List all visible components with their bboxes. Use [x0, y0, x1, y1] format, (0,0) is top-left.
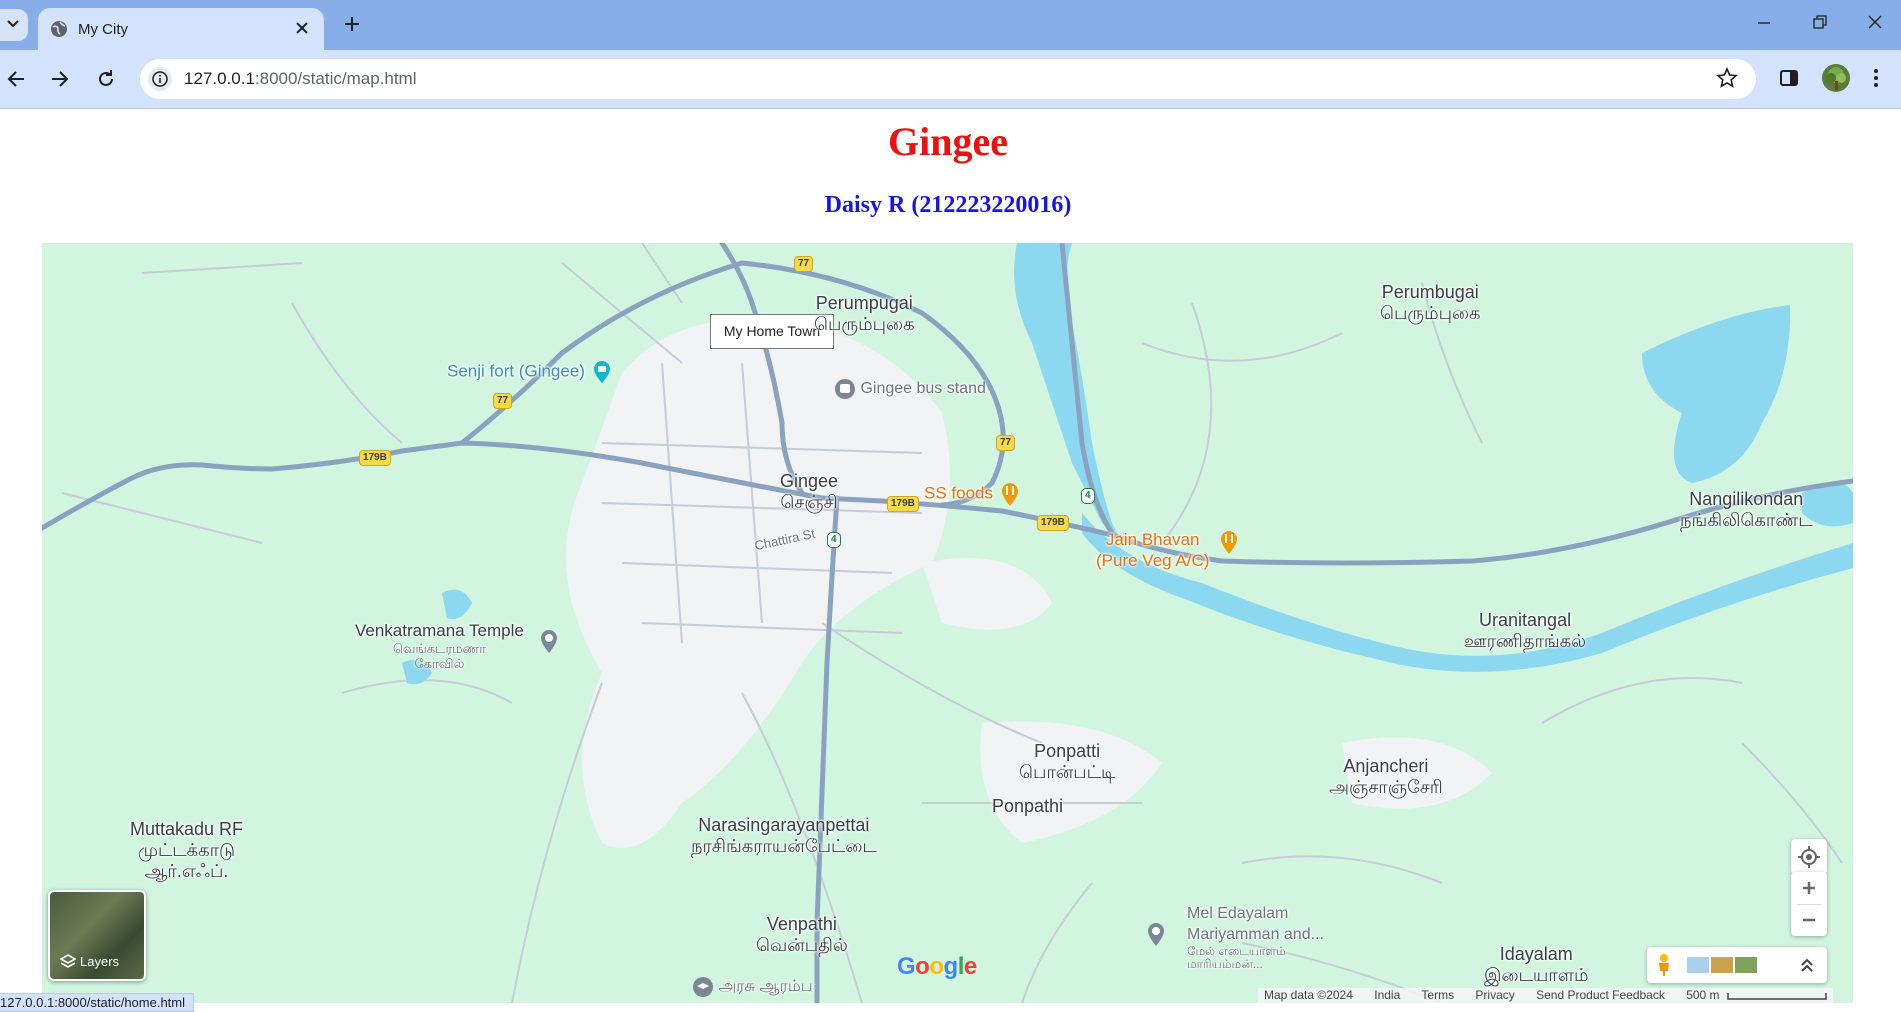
tab-strip: My City: [0, 0, 1901, 50]
map-data-text: Map data ©2024: [1264, 988, 1353, 1002]
crosshair-icon: [1798, 846, 1820, 868]
chevron-up-icon[interactable]: [1799, 957, 1815, 973]
town-area-east: [922, 558, 1052, 630]
place-label-ponpatti: Ponpatti பொன்பட்டி: [1019, 741, 1116, 782]
restaurant-pin-icon: [1001, 483, 1018, 506]
place-label-narasingarayanpettai: Narasingarayanpettai நரசிங்கராயன்பேட்டை: [691, 815, 877, 856]
poi-jain-bhavan[interactable]: Jain Bhavan (Pure Veg A/C): [1096, 529, 1209, 571]
profile-avatar[interactable]: [1822, 64, 1850, 92]
poi-senji-fort[interactable]: Senji fort (Gingee): [447, 360, 614, 384]
chevron-down-icon: [7, 20, 19, 28]
poi-mel-edayalam-temple[interactable]: Mel Edayalam Mariyamman and... மேல் எடைய…: [1142, 903, 1324, 971]
reload-icon[interactable]: [96, 69, 116, 89]
place-label-gingee: Gingee செஞ்சி: [780, 471, 839, 512]
forward-arrow-icon[interactable]: [50, 69, 70, 89]
globe-icon: [51, 21, 67, 37]
place-label-muttakadu-rf: Muttakadu RF முட்டக்காடு ஆர்.எஃப்.: [130, 819, 244, 881]
poi-arasu[interactable]: அரசு ஆரம்ப: [692, 976, 813, 998]
address-bar[interactable]: 127.0.0.1:8000/static/map.html: [140, 59, 1756, 99]
layers-icon: [60, 954, 76, 968]
poi-ss-foods[interactable]: SS foods: [924, 481, 1022, 507]
status-bar-url: 127.0.0.1:8000/static/home.html: [0, 993, 195, 1012]
route-shield-4: 4: [1081, 488, 1095, 504]
minimize-icon[interactable]: [1756, 14, 1772, 30]
url-text[interactable]: 127.0.0.1:8000/static/map.html: [184, 69, 416, 89]
school-pin-icon: [693, 977, 713, 997]
zoom-out-icon[interactable]: [1791, 904, 1827, 936]
restaurant-pin-icon[interactable]: [1217, 529, 1241, 555]
zoom-control: [1791, 872, 1827, 936]
window-close-icon[interactable]: [1867, 14, 1883, 30]
site-info-button[interactable]: [148, 67, 172, 91]
google-logo: Google: [897, 953, 977, 980]
place-label-nangilikondan: Nangilikondan நங்கிலிகொண்ட: [1680, 489, 1813, 530]
thumb-terrain[interactable]: [1687, 957, 1709, 973]
route-shield-179b: 179B: [1037, 515, 1069, 531]
terms-link[interactable]: Terms: [1421, 988, 1454, 1002]
place-label-anjancheri: Anjancheri அஞ்சாஞ்சேரி: [1329, 756, 1443, 797]
url-path: :8000/static/map.html: [254, 69, 417, 88]
poi-gingee-bus-stand[interactable]: Gingee bus stand: [834, 378, 986, 400]
poi-venkatramana-temple[interactable]: Venkatramana Temple வெங்கடரமணா கோவில்: [355, 620, 524, 671]
pond-venkatramana: [442, 589, 472, 619]
tab-search-button[interactable]: [0, 9, 28, 41]
feedback-link[interactable]: Send Product Feedback: [1536, 988, 1665, 1002]
bus-stand-icon: [835, 379, 855, 399]
url-host: 127.0.0.1: [184, 69, 255, 88]
map-attribution: Map data ©2024 India Terms Privacy Send …: [1258, 988, 1833, 1003]
place-label-perumpugai: Perumpugai பெரும்புகை: [814, 293, 915, 334]
lake-east: [1642, 305, 1791, 483]
temple-pin-icon[interactable]: [537, 628, 561, 654]
thumb-hybrid[interactable]: [1735, 957, 1757, 973]
fort-pin-icon: [593, 361, 610, 383]
country-link[interactable]: India: [1374, 988, 1400, 1002]
privacy-link[interactable]: Privacy: [1475, 988, 1514, 1002]
zoom-in-icon[interactable]: [1791, 872, 1827, 904]
page-title: Gingee: [888, 119, 1008, 164]
new-tab-icon[interactable]: [343, 15, 361, 33]
tab-active[interactable]: My City: [38, 8, 324, 50]
tab-title: My City: [78, 21, 128, 38]
info-icon: [152, 71, 168, 87]
back-arrow-icon[interactable]: [6, 69, 26, 89]
place-label-perumbugai: Perumbugai பெரும்புகை: [1380, 282, 1481, 323]
route-shield-179b: 179B: [887, 496, 919, 512]
route-shield-4: 4: [827, 532, 841, 548]
route-shield-179b: 179B: [359, 450, 391, 466]
route-shield-77: 77: [493, 393, 513, 409]
side-panel-icon[interactable]: [1779, 68, 1799, 88]
tree-avatar-icon: [1826, 67, 1846, 90]
place-label-idayalam: Idayalam இடையாளம்: [1484, 944, 1589, 985]
scale-label[interactable]: 500 m: [1686, 988, 1719, 1002]
place-label-venpathi: Venpathi வென்பதில்: [756, 914, 848, 955]
restore-icon[interactable]: [1812, 14, 1828, 30]
route-shield-77: 77: [794, 256, 814, 272]
close-icon[interactable]: [294, 20, 310, 36]
more-menu-icon[interactable]: [1872, 68, 1880, 88]
scale-bar: [1727, 992, 1827, 1000]
page-subtitle: Daisy R (212223220016): [824, 192, 1072, 218]
layers-label: Layers: [80, 954, 120, 969]
pegman-icon[interactable]: [1655, 953, 1673, 977]
place-label-uranitangal: Uranitangal ஊரணிதாங்கல்: [1464, 610, 1587, 651]
bookmark-star-icon[interactable]: [1716, 67, 1738, 89]
route-shield-77: 77: [996, 435, 1016, 451]
thumb-satellite[interactable]: [1711, 957, 1733, 973]
map-type-strip[interactable]: [1647, 947, 1827, 983]
layers-button[interactable]: Layers: [48, 890, 146, 981]
place-label-ponpathi: Ponpathi: [992, 796, 1064, 816]
map-canvas[interactable]: My Home Town 77 77 77 179B 179B 179B 4 4…: [42, 243, 1853, 1003]
browser-toolbar: 127.0.0.1:8000/static/map.html: [0, 50, 1901, 109]
my-location-button[interactable]: [1791, 839, 1827, 875]
